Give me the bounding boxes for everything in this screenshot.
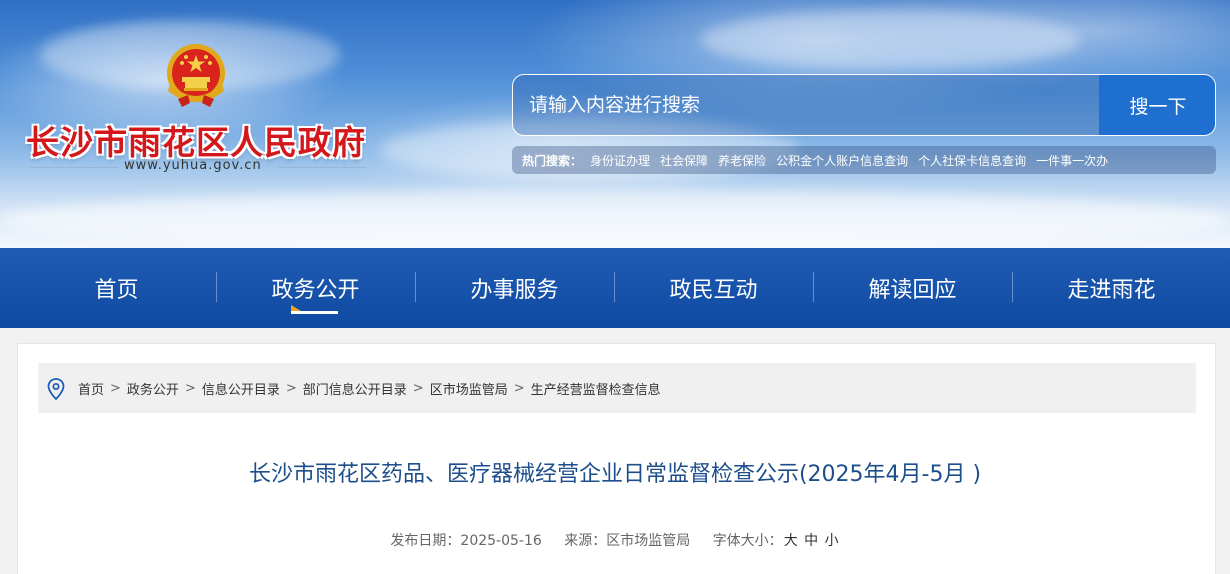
- hot-search-link[interactable]: 公积金个人账户信息查询: [776, 152, 908, 169]
- font-size-small-button[interactable]: 小: [825, 533, 839, 549]
- cloud-decoration: [0, 190, 1230, 248]
- article-meta: 发布日期：2025-05-16 来源：区市场监管局 字体大小：大 中 小: [0, 530, 1230, 550]
- font-size-large-button[interactable]: 大: [784, 533, 798, 549]
- search-button[interactable]: 搜一下: [1099, 75, 1215, 135]
- breadcrumb-link[interactable]: 首页: [78, 379, 104, 398]
- national-emblem-icon: [167, 44, 225, 107]
- breadcrumb-separator: >: [412, 380, 424, 396]
- search-input[interactable]: [513, 75, 1099, 135]
- publish-date-label: 发布日期：: [390, 533, 461, 549]
- nav-item-government-affairs[interactable]: 政务公开: [216, 248, 415, 328]
- hot-search-link[interactable]: 养老保险: [718, 152, 766, 169]
- cloud-decoration: [700, 10, 1080, 70]
- nav-item-about[interactable]: 走进雨花: [1012, 248, 1211, 328]
- breadcrumb-link[interactable]: 政务公开: [127, 379, 179, 398]
- nav-item-services[interactable]: 办事服务: [415, 248, 614, 328]
- site-header: 长沙市雨花区人民政府 www.yuhua.gov.cn 搜一下 热门搜索： 身份…: [0, 0, 1230, 248]
- site-url: www.yuhua.gov.cn: [124, 158, 262, 173]
- breadcrumb: 首页 > 政务公开 > 信息公开目录 > 部门信息公开目录 > 区市场监管局 >…: [38, 363, 1196, 413]
- source-info: 来源：区市场监管局: [564, 533, 690, 549]
- font-size-control: 字体大小：大 中 小: [713, 533, 840, 549]
- nav-active-indicator: [291, 311, 338, 314]
- hot-search-link[interactable]: 个人社保卡信息查询: [918, 152, 1026, 169]
- nav-item-interaction[interactable]: 政民互动: [614, 248, 813, 328]
- breadcrumb-separator: >: [513, 380, 525, 396]
- site-title[interactable]: 长沙市雨花区人民政府: [26, 116, 366, 164]
- publish-info: 发布日期：2025-05-16: [390, 533, 541, 549]
- search-box: 搜一下: [512, 74, 1216, 136]
- font-size-medium-button[interactable]: 中: [804, 533, 818, 549]
- nav-item-home[interactable]: 首页: [17, 248, 216, 328]
- breadcrumb-link[interactable]: 信息公开目录: [202, 379, 280, 398]
- location-pin-icon: [47, 378, 65, 400]
- hot-search-label: 热门搜索：: [522, 153, 583, 168]
- breadcrumb-link[interactable]: 部门信息公开目录: [303, 379, 407, 398]
- hot-search-link[interactable]: 身份证办理: [590, 152, 650, 169]
- publish-date: 2025-05-16: [460, 533, 542, 549]
- hot-search-bar: 热门搜索： 身份证办理 社会保障 养老保险 公积金个人账户信息查询 个人社保卡信…: [512, 146, 1216, 174]
- nav-active-marker: [291, 305, 301, 311]
- hot-search-link[interactable]: 一件事一次办: [1036, 152, 1108, 169]
- font-size-label: 字体大小：: [712, 533, 783, 549]
- breadcrumb-separator: >: [285, 380, 297, 396]
- divider: [278, 167, 366, 168]
- nav-item-interpretation[interactable]: 解读回应: [813, 248, 1012, 328]
- hot-search-link[interactable]: 社会保障: [660, 152, 708, 169]
- source-value: 区市场监管局: [606, 533, 691, 549]
- breadcrumb-link[interactable]: 区市场监管局: [430, 379, 508, 398]
- breadcrumb-separator: >: [184, 380, 196, 396]
- main-nav: 首页 政务公开 办事服务 政民互动 解读回应 走进雨花: [0, 248, 1230, 328]
- divider: [30, 167, 118, 168]
- article-title: 长沙市雨花区药品、医疗器械经营企业日常监督检查公示(2025年4月-5月 ): [248, 462, 982, 487]
- breadcrumb-link[interactable]: 生产经营监督检查信息: [531, 379, 661, 398]
- breadcrumb-separator: >: [110, 380, 121, 396]
- source-label: 来源：: [564, 533, 607, 549]
